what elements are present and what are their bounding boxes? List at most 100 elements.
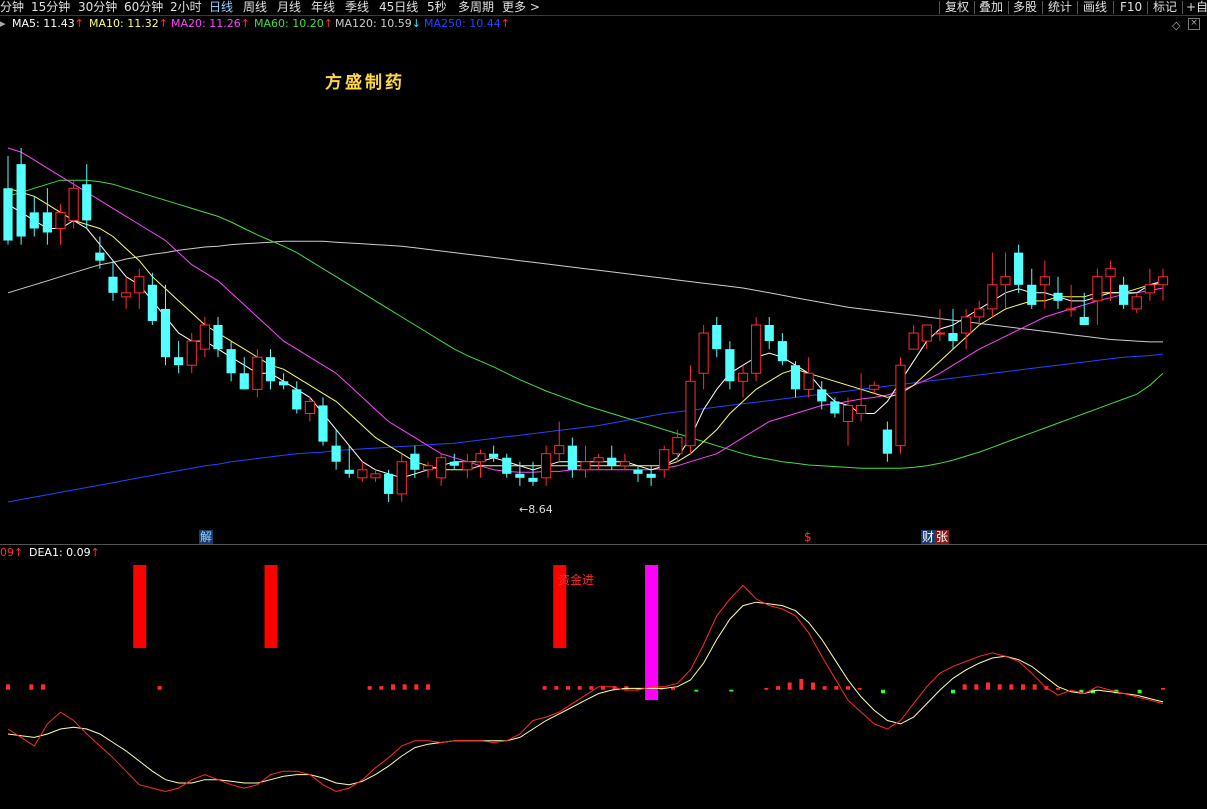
candle-body xyxy=(199,324,210,350)
candle-body xyxy=(29,212,39,229)
candle-body xyxy=(712,325,722,350)
candle-body xyxy=(489,453,499,458)
macd-histogram-bar xyxy=(986,682,990,690)
candle-body xyxy=(174,357,184,366)
candle-body xyxy=(121,292,132,298)
candle-body xyxy=(908,332,919,350)
macd-histogram-bar xyxy=(402,684,407,690)
macd-histogram-bar xyxy=(426,684,430,690)
candle-body xyxy=(737,372,749,382)
candle-body xyxy=(515,473,525,478)
kline-chart[interactable] xyxy=(0,0,1207,809)
capital-signal-bar xyxy=(645,565,659,700)
macd-histogram-bar xyxy=(1137,689,1142,694)
macd-histogram-bar xyxy=(962,684,967,690)
finance-report-marker[interactable]: 财 xyxy=(921,530,936,544)
macd-histogram-bar xyxy=(589,686,594,690)
candle-body xyxy=(304,400,315,414)
macd-histogram-bar xyxy=(951,689,955,694)
candle-body xyxy=(55,211,66,229)
candle-body xyxy=(357,469,368,479)
candle-body xyxy=(134,276,145,294)
unlock-marker[interactable]: 解 xyxy=(199,530,214,544)
candle-body xyxy=(987,284,998,310)
candle-body xyxy=(764,325,774,342)
candle-body xyxy=(344,469,354,474)
candle-body xyxy=(68,187,79,221)
candle-body xyxy=(475,453,486,463)
macd-histogram-bar xyxy=(379,686,384,690)
capital-inflow-signal-label: 资金进 xyxy=(558,573,595,587)
candle-body xyxy=(1027,284,1037,305)
macd-histogram-bar xyxy=(1161,687,1165,690)
low-price-label: ←8.64 xyxy=(519,503,553,516)
candle-body xyxy=(239,373,249,390)
candle-body xyxy=(751,324,762,374)
candle-body xyxy=(370,473,381,479)
candle-body xyxy=(16,164,26,237)
candle-body xyxy=(633,469,643,474)
candle-body xyxy=(331,445,341,462)
candle-body xyxy=(42,212,52,233)
candle-body xyxy=(1119,284,1129,305)
macd-histogram-bar xyxy=(6,684,10,690)
candle-body xyxy=(830,401,840,414)
candle-body xyxy=(1053,292,1063,301)
macd-histogram-bar xyxy=(554,686,559,690)
candle-body xyxy=(1014,252,1024,285)
candle-body xyxy=(384,473,394,494)
candle-body xyxy=(160,308,171,358)
candle-body xyxy=(803,372,814,390)
candle-body xyxy=(895,364,906,447)
candle-body xyxy=(659,449,670,471)
macd-histogram-bar xyxy=(997,684,1002,690)
buy-signal-bar xyxy=(264,565,278,648)
macd-histogram-bar xyxy=(811,682,815,690)
candle-body xyxy=(1000,276,1011,286)
macd-histogram-bar xyxy=(671,687,675,690)
candle-body xyxy=(502,457,512,474)
dea-legend: DEA1: 0.09↑ xyxy=(29,546,100,560)
candle-body xyxy=(186,340,197,366)
candle-body xyxy=(646,473,656,478)
candle-body xyxy=(410,453,420,470)
macd-histogram-bar xyxy=(974,684,979,690)
macd-histogram-bar xyxy=(542,686,547,690)
candle-body xyxy=(292,389,302,410)
candle-body xyxy=(318,405,328,442)
macd-histogram-bar xyxy=(157,686,162,690)
candle-body xyxy=(422,465,434,471)
candle-body xyxy=(108,276,118,293)
dif-arrow-icon: ↑ xyxy=(14,546,24,559)
pane-divider[interactable] xyxy=(0,544,1207,545)
candle-body xyxy=(842,404,854,423)
candle-body xyxy=(449,461,459,466)
candle-body xyxy=(279,381,289,386)
candle-body xyxy=(593,457,604,463)
price-limit-marker[interactable]: 张 xyxy=(935,530,950,544)
candle-body xyxy=(607,457,617,466)
macd-histogram-bar xyxy=(857,687,862,690)
dif-value: 09 xyxy=(0,546,14,559)
candle-body xyxy=(252,356,263,390)
macd-histogram-bar xyxy=(566,686,570,690)
low-price-value: 8.64 xyxy=(528,503,553,516)
candle-body xyxy=(619,461,630,467)
ma250-line xyxy=(7,353,1164,503)
candle-body xyxy=(3,188,13,241)
low-arrow-icon: ← xyxy=(519,503,529,516)
candle-body xyxy=(1066,308,1077,311)
candle-body xyxy=(147,284,157,321)
candle-body xyxy=(462,461,473,471)
candle-body xyxy=(436,457,447,479)
macd-histogram-bar xyxy=(29,684,34,690)
candle-body xyxy=(974,308,985,318)
macd-histogram-bar xyxy=(846,686,850,690)
candle-body xyxy=(1092,276,1103,302)
dif-legend: 09↑ xyxy=(0,546,23,560)
candle-body xyxy=(567,445,577,470)
candle-body xyxy=(672,437,683,455)
macd-histogram-bar xyxy=(414,684,419,690)
dividend-marker[interactable]: $ xyxy=(803,530,813,544)
dea-value: DEA1: 0.09 xyxy=(29,546,91,559)
